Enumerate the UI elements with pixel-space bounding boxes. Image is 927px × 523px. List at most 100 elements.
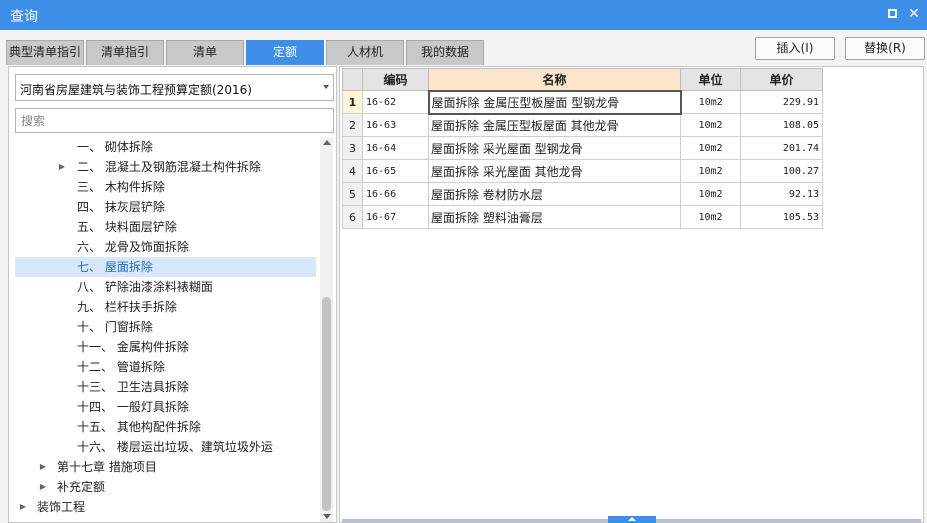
cell-unit[interactable]: 10m2 (680, 205, 741, 229)
tree-item[interactable]: ▶ 补充定额 (15, 477, 316, 497)
cell-code[interactable]: 16-63 (362, 113, 429, 137)
tree-item[interactable]: 九、 栏杆扶手拆除 (15, 297, 316, 317)
tree-item[interactable]: 五、 块料面层铲除 (15, 217, 316, 237)
tab-my-data[interactable]: 我的数据 (406, 40, 484, 65)
tree-item[interactable]: ▶ 二、 混凝土及钢筋混凝土构件拆除 (15, 157, 316, 177)
close-icon[interactable]: ✕ (905, 5, 923, 23)
tab-typical-bill-guide[interactable]: 典型清单指引 (6, 40, 84, 65)
quota-list-panel: 编码 名称 单位 单价 1 16-62 屋面拆除 金属压型板屋面 型钢龙骨 10… (339, 66, 924, 523)
cell-price[interactable]: 105.53 (740, 205, 823, 229)
cell-code[interactable]: 16-65 (362, 159, 429, 183)
header-rownum (342, 68, 363, 91)
cell-name[interactable]: 屋面拆除 卷材防水层 (428, 182, 681, 206)
tree-item-label: 十四、 一般灯具拆除 (77, 400, 189, 414)
scroll-up-icon[interactable] (323, 140, 331, 145)
tree-item-label: 一、 砌体拆除 (77, 140, 153, 154)
splitter-grip[interactable] (608, 516, 656, 523)
header-name[interactable]: 名称 (428, 68, 681, 91)
tree-item[interactable]: 十五、 其他构配件拆除 (15, 417, 316, 437)
tree-scrollbar[interactable] (320, 137, 333, 522)
tree-item-label: 三、 木构件拆除 (77, 180, 165, 194)
tab-bill[interactable]: 清单 (166, 40, 244, 65)
cell-code[interactable]: 16-62 (362, 90, 429, 114)
tree-item-label: 装饰工程 (37, 500, 86, 514)
tree-item[interactable]: ▶ 装饰工程 (15, 497, 316, 517)
tree-item-label: 九、 栏杆扶手拆除 (77, 300, 177, 314)
cell-name[interactable]: 屋面拆除 金属压型板屋面 型钢龙骨 (427, 89, 682, 115)
cell-code[interactable]: 16-64 (362, 136, 429, 160)
table-header-row: 编码 名称 单位 单价 (342, 68, 823, 91)
tree-item[interactable]: 一、 砌体拆除 (15, 137, 316, 157)
tree-item[interactable]: ▶ 第十七章 措施项目 (15, 457, 316, 477)
triangle-right-icon[interactable]: ▶ (39, 457, 47, 477)
insert-button[interactable]: 插入(I) (755, 37, 835, 60)
quota-table: 编码 名称 单位 单价 1 16-62 屋面拆除 金属压型板屋面 型钢龙骨 10… (342, 68, 823, 229)
tree-item[interactable]: 四、 抹灰层铲除 (15, 197, 316, 217)
table-row[interactable]: 4 16-65 屋面拆除 采光屋面 其他龙骨 10m2 100.27 (342, 159, 823, 183)
tree-item-label: 十六、 楼层运出垃圾、建筑垃圾外运 (77, 440, 273, 454)
cell-code[interactable]: 16-66 (362, 182, 429, 206)
cell-name[interactable]: 屋面拆除 塑料油膏层 (428, 205, 681, 229)
cell-price[interactable]: 229.91 (740, 90, 823, 114)
triangle-right-icon[interactable]: ▶ (58, 157, 66, 177)
tree-item[interactable]: 十二、 管道拆除 (15, 357, 316, 377)
tab-bill-guide[interactable]: 清单指引 (86, 40, 164, 65)
table-row[interactable]: 6 16-67 屋面拆除 塑料油膏层 10m2 105.53 (342, 205, 823, 229)
table-row[interactable]: 2 16-63 屋面拆除 金属压型板屋面 其他龙骨 10m2 108.05 (342, 113, 823, 137)
header-price[interactable]: 单价 (740, 68, 823, 91)
tree-item[interactable]: 三、 木构件拆除 (15, 177, 316, 197)
tree-item-label: 十五、 其他构配件拆除 (77, 420, 201, 434)
search-input[interactable] (15, 108, 334, 133)
tree-item-label: 七、 屋面拆除 (77, 260, 153, 274)
replace-button[interactable]: 替换(R) (845, 37, 925, 60)
table-row[interactable]: 1 16-62 屋面拆除 金属压型板屋面 型钢龙骨 10m2 229.91 (342, 89, 823, 115)
cell-price[interactable]: 92.13 (740, 182, 823, 206)
chevron-up-icon (628, 517, 636, 521)
maximize-icon[interactable] (884, 5, 902, 23)
triangle-right-icon[interactable]: ▶ (39, 477, 47, 497)
tree-item-label: 十三、 卫生洁具拆除 (77, 380, 189, 394)
cell-code[interactable]: 16-67 (362, 205, 429, 229)
tree-item[interactable]: 十六、 楼层运出垃圾、建筑垃圾外运 (15, 437, 316, 457)
tree-item-selected[interactable]: 七、 屋面拆除 (15, 257, 316, 277)
cell-unit[interactable]: 10m2 (680, 159, 741, 183)
quota-library-panel: 河南省房屋建筑与装饰工程预算定额(2016) 一、 砌体拆除 ▶ 二、 混凝土及钢… (8, 66, 337, 523)
table-row[interactable]: 3 16-64 屋面拆除 采光屋面 型钢龙骨 10m2 201.74 (342, 136, 823, 160)
tree-item[interactable]: 六、 龙骨及饰面拆除 (15, 237, 316, 257)
cell-name[interactable]: 屋面拆除 金属压型板屋面 其他龙骨 (428, 113, 681, 137)
row-number: 1 (342, 90, 363, 114)
tab-quota[interactable]: 定额 (246, 40, 324, 65)
tree-item[interactable]: 十三、 卫生洁具拆除 (15, 377, 316, 397)
tree-item-label: 十一、 金属构件拆除 (77, 340, 189, 354)
cell-name[interactable]: 屋面拆除 采光屋面 型钢龙骨 (428, 136, 681, 160)
tree-item-label: 五、 块料面层铲除 (77, 220, 177, 234)
tree-item[interactable]: 十一、 金属构件拆除 (15, 337, 316, 357)
tree-item-label: 补充定额 (57, 480, 106, 494)
cell-name[interactable]: 屋面拆除 采光屋面 其他龙骨 (428, 159, 681, 183)
chevron-down-icon (323, 85, 329, 89)
cell-unit[interactable]: 10m2 (680, 182, 741, 206)
cell-price[interactable]: 201.74 (740, 136, 823, 160)
row-number: 5 (342, 182, 363, 206)
table-row[interactable]: 5 16-66 屋面拆除 卷材防水层 10m2 92.13 (342, 182, 823, 206)
tree-item[interactable]: 十、 门窗拆除 (15, 317, 316, 337)
header-code[interactable]: 编码 (362, 68, 429, 91)
header-unit[interactable]: 单位 (680, 68, 741, 91)
row-number: 4 (342, 159, 363, 183)
scrollbar-thumb[interactable] (322, 297, 331, 511)
cell-unit[interactable]: 10m2 (680, 113, 741, 137)
tree-item[interactable]: 八、 铲除油漆涂料裱糊面 (15, 277, 316, 297)
tree-item-label: 八、 铲除油漆涂料裱糊面 (77, 280, 213, 294)
tree-item[interactable]: 十四、 一般灯具拆除 (15, 397, 316, 417)
row-number: 2 (342, 113, 363, 137)
title-bar: 查询 ✕ (0, 0, 927, 30)
cell-unit[interactable]: 10m2 (680, 90, 741, 114)
cell-price[interactable]: 108.05 (740, 113, 823, 137)
tab-labor-material-machine[interactable]: 人材机 (326, 40, 404, 65)
cell-price[interactable]: 100.27 (740, 159, 823, 183)
scroll-down-icon[interactable] (323, 514, 331, 519)
tree-item-label: 第十七章 措施项目 (57, 460, 157, 474)
library-select[interactable]: 河南省房屋建筑与装饰工程预算定额(2016) (15, 74, 334, 101)
triangle-right-icon[interactable]: ▶ (19, 497, 27, 517)
cell-unit[interactable]: 10m2 (680, 136, 741, 160)
